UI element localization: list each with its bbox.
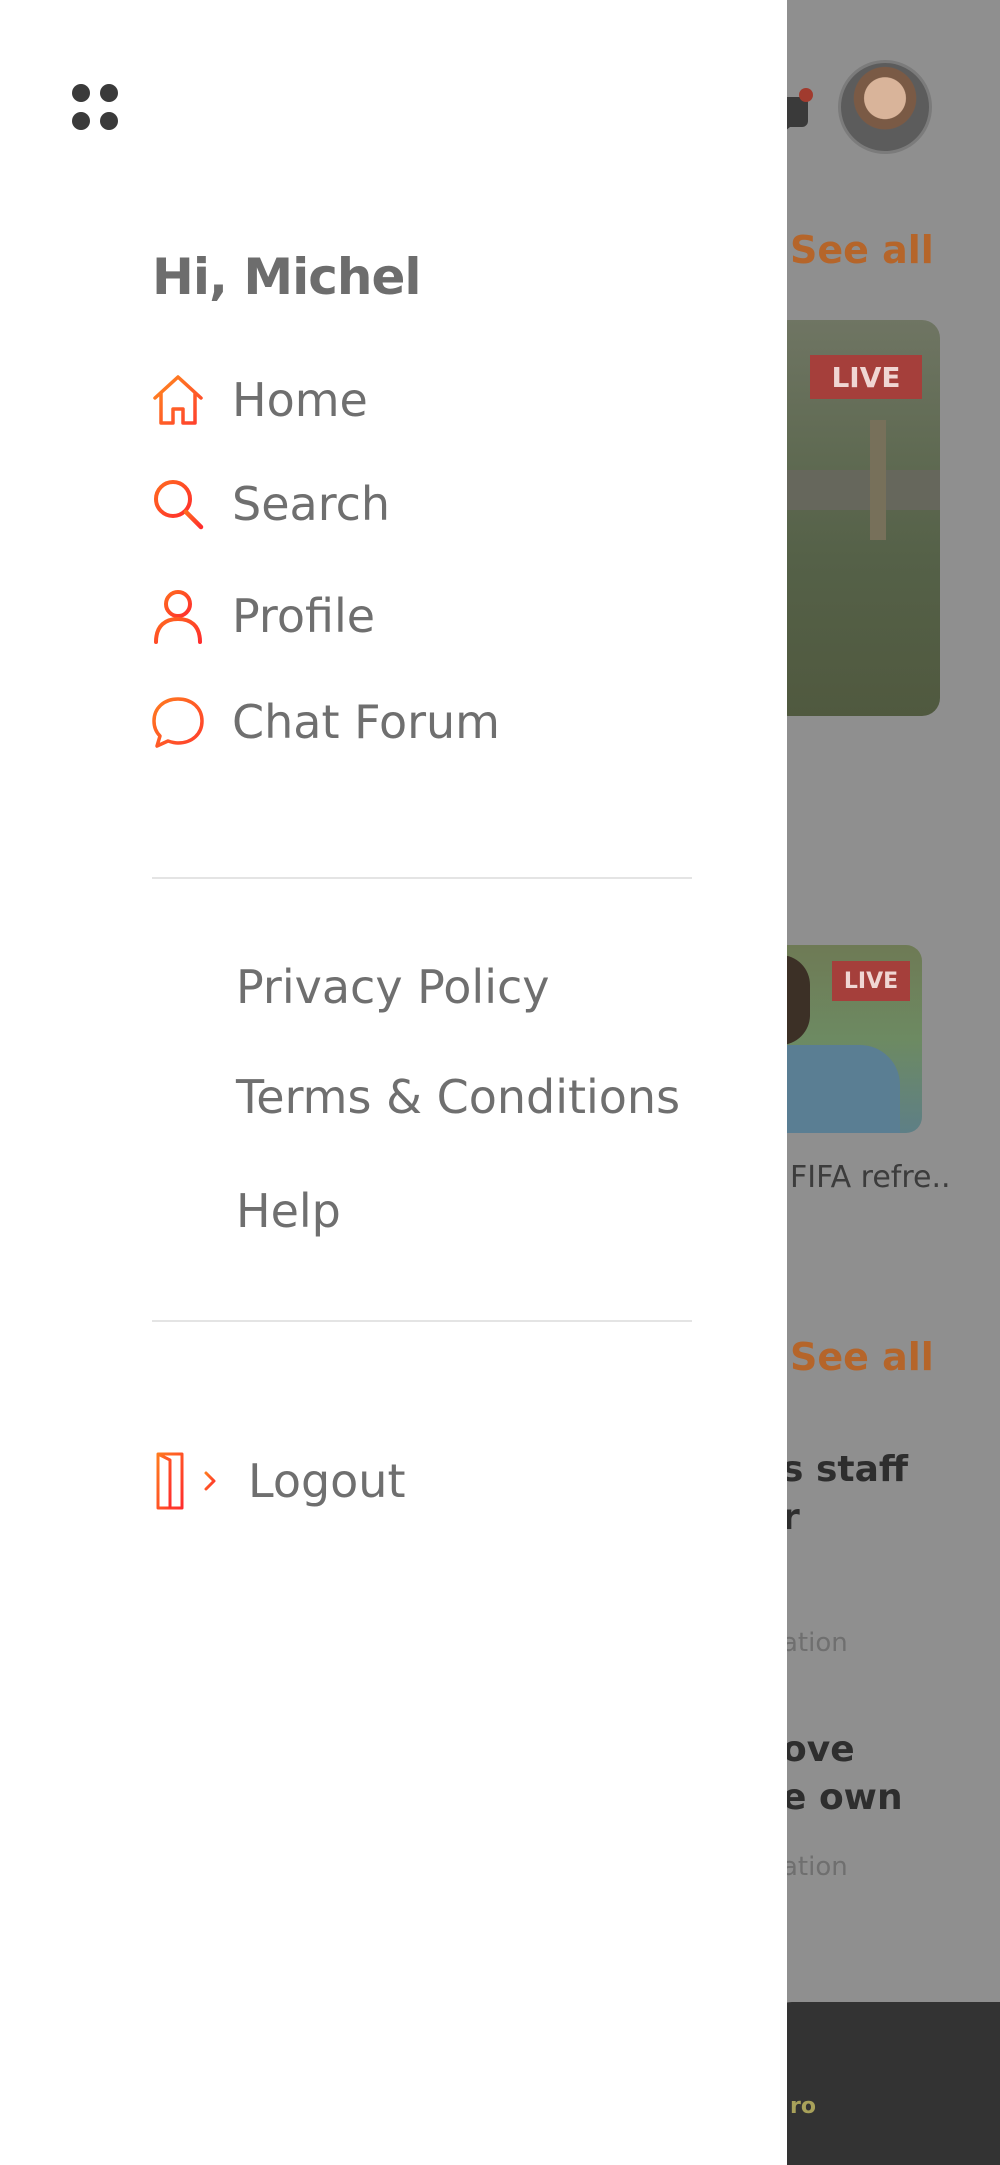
menu-item-search[interactable]: Search bbox=[148, 474, 390, 534]
navigation-drawer: Hi, Michel Home Search Profile Chat Foru… bbox=[0, 0, 787, 2165]
live-video-card: LIVE bbox=[770, 945, 922, 1133]
menu-item-label: Profile bbox=[232, 589, 376, 643]
home-icon bbox=[148, 370, 208, 430]
profile-icon bbox=[148, 586, 208, 646]
user-avatar bbox=[838, 60, 932, 154]
news-source: ation bbox=[782, 1628, 848, 1658]
see-all-link: See all bbox=[790, 1335, 934, 1379]
grid-dot-icon bbox=[72, 112, 90, 130]
menu-item-label: Chat Forum bbox=[232, 695, 500, 749]
grid-dot-icon bbox=[72, 84, 90, 102]
terms-conditions-link[interactable]: Terms & Conditions bbox=[236, 1070, 680, 1124]
logout-icon bbox=[152, 1448, 218, 1514]
user-greeting: Hi, Michel bbox=[152, 248, 422, 306]
live-badge: LIVE bbox=[810, 355, 922, 399]
privacy-policy-link[interactable]: Privacy Policy bbox=[236, 960, 550, 1014]
logout-button[interactable]: Logout bbox=[152, 1448, 406, 1514]
live-video-card: LIVE bbox=[770, 320, 940, 716]
menu-item-label: Search bbox=[232, 477, 391, 531]
bottom-bar-text: ro bbox=[790, 2094, 816, 2119]
divider bbox=[152, 1320, 692, 1322]
logout-label: Logout bbox=[248, 1454, 406, 1508]
news-title-line: ove bbox=[782, 1729, 855, 1770]
search-icon bbox=[148, 474, 208, 534]
menu-item-label: Home bbox=[232, 373, 368, 427]
grid-dot-icon bbox=[100, 84, 118, 102]
drawer-toggle-button[interactable] bbox=[68, 80, 122, 134]
news-source: ation bbox=[782, 1852, 848, 1882]
video-caption: FIFA refre.. bbox=[790, 1160, 951, 1195]
menu-item-chat-forum[interactable]: Chat Forum bbox=[148, 692, 500, 752]
news-title-line: e own bbox=[782, 1777, 903, 1818]
news-title-line: s staff bbox=[782, 1449, 909, 1490]
divider bbox=[152, 877, 692, 879]
help-link[interactable]: Help bbox=[236, 1184, 341, 1238]
grid-dot-icon bbox=[100, 112, 118, 130]
live-badge: LIVE bbox=[832, 961, 910, 1001]
chat-icon bbox=[148, 692, 208, 752]
menu-item-home[interactable]: Home bbox=[148, 370, 368, 430]
menu-item-profile[interactable]: Profile bbox=[148, 586, 375, 646]
see-all-link: See all bbox=[790, 228, 934, 272]
bottom-player-bar: ro bbox=[770, 2002, 1000, 2165]
